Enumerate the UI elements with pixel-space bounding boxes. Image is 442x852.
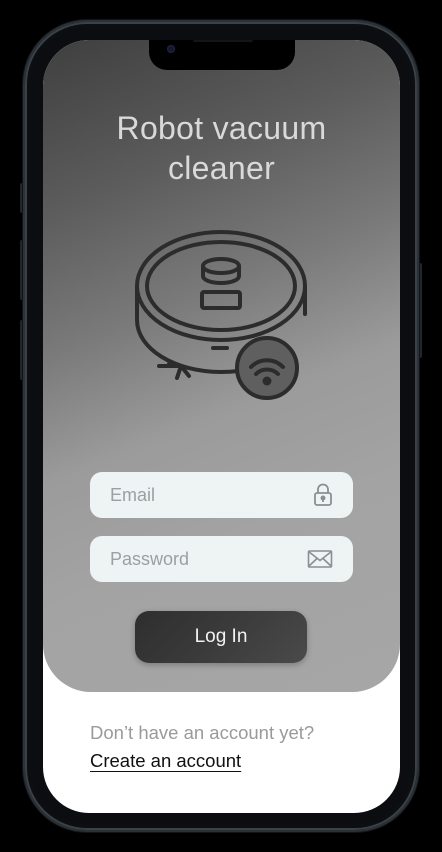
phone-side-button-mute — [20, 183, 24, 213]
phone-side-button-volume-up — [20, 240, 24, 300]
speaker-grille — [193, 40, 253, 42]
robot-vacuum-wifi-icon — [131, 228, 311, 408]
email-input[interactable] — [110, 484, 290, 506]
lock-icon — [313, 483, 333, 507]
password-field[interactable] — [90, 536, 353, 582]
envelope-icon — [307, 549, 333, 569]
login-button[interactable]: Log In — [135, 611, 307, 663]
app-title: Robot vacuum cleaner — [116, 110, 327, 186]
phone-side-button-volume-down — [20, 320, 24, 380]
password-input[interactable] — [110, 548, 290, 570]
front-camera — [167, 45, 175, 53]
phone-notch — [149, 40, 295, 70]
phone-side-button-power — [418, 263, 422, 358]
phone-screen: Robot vacuum cleaner Email Log In Don’t … — [43, 40, 400, 813]
email-field[interactable] — [90, 472, 353, 518]
signup-prompt: Don’t have an account yet? — [90, 722, 315, 743]
create-account-link[interactable]: Create an account — [90, 750, 241, 772]
device-stage: Robot vacuum cleaner Email Log In Don’t … — [0, 0, 442, 852]
hero-panel: Robot vacuum cleaner Email Log In — [43, 40, 400, 692]
